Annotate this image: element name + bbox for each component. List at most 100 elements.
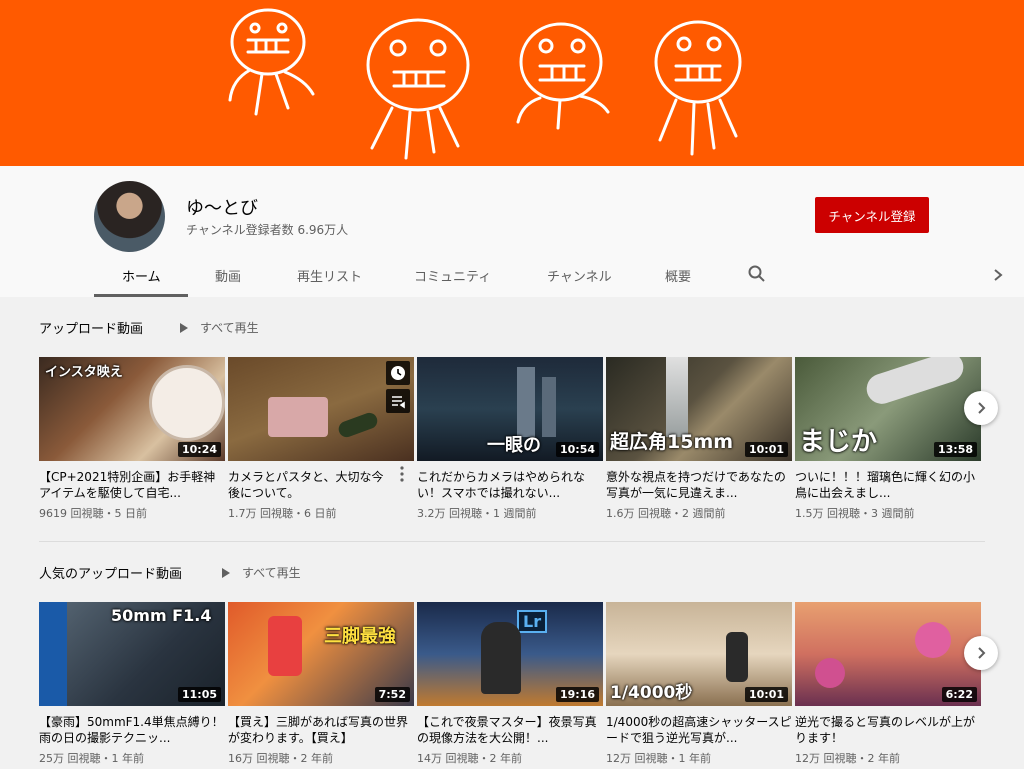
thumbnail-caption: 1/4000秒: [610, 683, 693, 703]
chevron-right-icon[interactable]: [990, 266, 1006, 284]
search-icon[interactable]: [747, 264, 767, 284]
video-duration: 6:22: [941, 687, 977, 702]
video-meta: 1.5万 回視聴・3 週間前: [795, 507, 915, 520]
food-graphic: [268, 397, 328, 437]
video-duration: 10:24: [177, 442, 221, 457]
video-card[interactable]: 1/4000秒 10:01 1/4000秒の超高速シャッタースピードで狙う逆光写…: [606, 602, 792, 766]
video-card[interactable]: 三脚最強 7:52 【買え】三脚があれば写真の世界が変わります。【買え】 16万…: [228, 602, 414, 766]
video-meta: 14万 回視聴・2 年前: [417, 752, 522, 765]
video-thumbnail[interactable]: 6:22: [795, 602, 981, 706]
play-icon: [222, 567, 230, 578]
add-to-queue-icon[interactable]: [386, 389, 410, 413]
video-thumbnail[interactable]: まじか 13:58: [795, 357, 981, 461]
video-meta: 16万 回視聴・2 年前: [228, 752, 333, 765]
video-meta: 3.2万 回視聴・1 週間前: [417, 507, 537, 520]
play-all-label: すべて再生: [200, 321, 259, 335]
banner-doodles: [228, 8, 742, 160]
person-graphic: [268, 616, 302, 676]
video-title[interactable]: 【CP+2021特別企画】お手軽神アイテムを駆使して自宅...: [39, 469, 225, 501]
flower-graphic: [815, 658, 845, 688]
video-thumbnail[interactable]: 一眼の 10:54: [417, 357, 603, 461]
video-duration: 10:01: [744, 442, 788, 457]
video-meta: 25万 回視聴・1 年前: [39, 752, 144, 765]
video-thumbnail[interactable]: [228, 357, 414, 461]
flower-graphic: [915, 622, 951, 658]
video-thumbnail[interactable]: 1/4000秒 10:01: [606, 602, 792, 706]
video-title[interactable]: 【買え】三脚があれば写真の世界が変わります。【買え】: [228, 714, 414, 746]
tab-channels[interactable]: チャンネル: [547, 266, 612, 285]
video-card[interactable]: 超広角15mm 10:01 意外な視点を持つだけであなたの写真が一気に見違えま.…: [606, 357, 792, 521]
video-title[interactable]: これだからカメラはやめられない！スマホでは撮れない...: [417, 469, 603, 501]
channel-avatar[interactable]: [94, 181, 165, 252]
section-title-uploads: アップロード動画: [39, 322, 144, 337]
channel-name: ゆ〜とび: [186, 198, 258, 219]
video-duration: 10:54: [555, 442, 599, 457]
video-duration: 13:58: [933, 442, 977, 457]
chevron-right-icon: [978, 647, 986, 659]
active-tab-indicator: [94, 294, 188, 297]
play-all-popular[interactable]: すべて再生: [222, 564, 301, 581]
video-title[interactable]: 1/4000秒の超高速シャッタースピードで狙う逆光写真が...: [606, 714, 792, 746]
caption-band: [39, 602, 67, 706]
video-card[interactable]: 6:22 逆光で撮ると写真のレベルが上がります！ 12万 回視聴・2 年前: [795, 602, 981, 766]
video-meta: 12万 回視聴・2 年前: [795, 752, 900, 765]
building-graphic: [517, 367, 535, 437]
thumbnail-caption: 超広角15mm: [610, 431, 734, 453]
person-graphic: [726, 632, 748, 682]
video-meta: 1.7万 回視聴・6 日前: [228, 507, 337, 520]
play-all-uploads[interactable]: すべて再生: [180, 319, 259, 336]
video-thumbnail[interactable]: 超広角15mm 10:01: [606, 357, 792, 461]
vegetable-graphic: [336, 410, 380, 440]
waterfall-graphic: [666, 357, 688, 437]
video-title[interactable]: ついに！！！瑠璃色に輝く幻の小鳥に出会えまし...: [795, 469, 981, 501]
section-title-popular: 人気のアップロード動画: [39, 567, 183, 582]
video-thumbnail[interactable]: Lr 19:16: [417, 602, 603, 706]
tab-home[interactable]: ホーム: [122, 266, 161, 285]
thumbnail-caption: 50mm F1.4: [111, 606, 212, 625]
subscribe-button[interactable]: チャンネル登録: [815, 197, 929, 233]
video-duration: 19:16: [555, 687, 599, 702]
tab-about[interactable]: 概要: [665, 266, 691, 285]
play-all-label: すべて再生: [242, 566, 301, 580]
video-thumbnail[interactable]: 三脚最強 7:52: [228, 602, 414, 706]
carousel-next-button[interactable]: [964, 636, 998, 670]
video-card[interactable]: インスタ映え 10:24 【CP+2021特別企画】お手軽神アイテムを駆使して自…: [39, 357, 225, 521]
video-card[interactable]: 50mm F1.4 11:05 【豪雨】50mmF1.4単焦点縛り！雨の日の撮影…: [39, 602, 225, 766]
carousel-next-button[interactable]: [964, 391, 998, 425]
section-divider: [39, 541, 985, 542]
chevron-right-icon: [978, 402, 986, 414]
video-thumbnail[interactable]: 50mm F1.4 11:05: [39, 602, 225, 706]
person-graphic: [481, 622, 521, 694]
video-duration: 10:01: [744, 687, 788, 702]
tab-videos[interactable]: 動画: [215, 266, 241, 285]
video-meta: 12万 回視聴・1 年前: [606, 752, 711, 765]
video-card[interactable]: カメラとパスタと、大切な今後について。 1.7万 回視聴・6 日前: [228, 357, 414, 521]
video-title[interactable]: 【これで夜景マスター】夜景写真の現像方法を大公開！...: [417, 714, 603, 746]
clock-icon[interactable]: [386, 361, 410, 385]
video-duration: 7:52: [374, 687, 410, 702]
subscriber-count: チャンネル登録者数 6.96万人: [186, 223, 349, 237]
building-graphic: [542, 377, 556, 437]
tab-playlists[interactable]: 再生リスト: [297, 266, 362, 285]
play-icon: [180, 322, 188, 333]
video-duration: 11:05: [177, 687, 221, 702]
lens-graphic: [862, 357, 968, 408]
thumbnail-caption: まじか: [799, 427, 878, 457]
thumbnail-caption: 一眼の: [487, 435, 541, 456]
channel-banner: [0, 0, 1024, 166]
video-card[interactable]: 一眼の 10:54 これだからカメラはやめられない！スマホでは撮れない... 3…: [417, 357, 603, 521]
video-title[interactable]: 逆光で撮ると写真のレベルが上がります！: [795, 714, 981, 746]
tab-community[interactable]: コミュニティ: [414, 266, 491, 285]
thumbnail-caption: 三脚最強: [324, 626, 396, 647]
video-title[interactable]: カメラとパスタと、大切な今後について。: [228, 469, 393, 501]
video-card[interactable]: Lr 19:16 【これで夜景マスター】夜景写真の現像方法を大公開！... 14…: [417, 602, 603, 766]
video-title[interactable]: 意外な視点を持つだけであなたの写真が一気に見違えま...: [606, 469, 792, 501]
video-thumbnail[interactable]: インスタ映え 10:24: [39, 357, 225, 461]
video-card[interactable]: まじか 13:58 ついに！！！瑠璃色に輝く幻の小鳥に出会えまし... 1.5万…: [795, 357, 981, 521]
video-meta: 1.6万 回視聴・2 週間前: [606, 507, 726, 520]
video-title[interactable]: 【豪雨】50mmF1.4単焦点縛り！雨の日の撮影テクニッ...: [39, 714, 225, 746]
plate-graphic: [149, 365, 225, 441]
lightroom-icon: Lr: [517, 610, 548, 633]
video-meta: 9619 回視聴・5 日前: [39, 507, 147, 520]
more-options-icon[interactable]: [400, 466, 404, 482]
